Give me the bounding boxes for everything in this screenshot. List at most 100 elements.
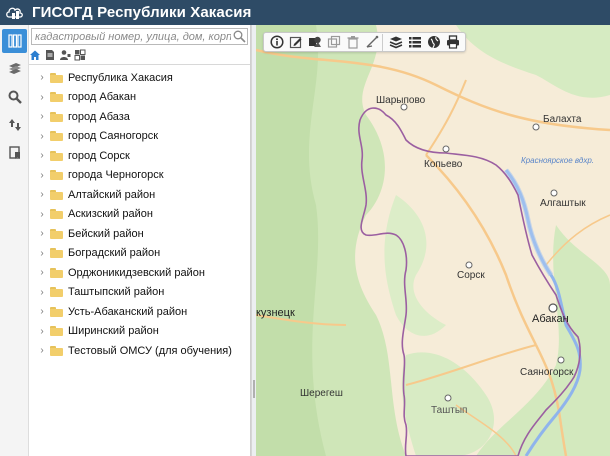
user-icon[interactable]	[59, 49, 71, 61]
tree-node-label[interactable]: Боградский район	[68, 247, 160, 259]
app-title: ГИСОГД Республики Хакасия	[32, 4, 252, 21]
basemaps-button[interactable]	[2, 57, 27, 81]
search-input[interactable]	[32, 29, 231, 44]
tree-node-label[interactable]: город Саяногорск	[68, 130, 158, 142]
tree-node[interactable]: › Усть-Абаканский район	[29, 302, 250, 322]
tree-node[interactable]: › Таштыпский район	[29, 283, 250, 303]
grid-icon[interactable]	[74, 49, 86, 61]
tree-node[interactable]: › город Абаза	[29, 107, 250, 127]
tree-node[interactable]: › Республика Хакасия	[29, 68, 250, 88]
chevron-right-icon[interactable]: ›	[36, 111, 48, 122]
tree-node-label[interactable]: Республика Хакасия	[68, 72, 173, 84]
measure-icon[interactable]	[363, 33, 383, 51]
home-icon[interactable]	[29, 49, 41, 61]
tree-node[interactable]: › Орджоникидзевский район	[29, 263, 250, 283]
tree-node[interactable]: › Аскизский район	[29, 205, 250, 225]
settlement-marker	[532, 123, 540, 131]
bookmarks-button[interactable]	[2, 141, 27, 165]
tree-node-label[interactable]: Таштыпский район	[68, 286, 164, 298]
folder-icon	[50, 267, 63, 278]
folder-icon	[50, 306, 63, 317]
tree-node-label[interactable]: Аскизский район	[68, 208, 153, 220]
settlement-marker	[465, 261, 473, 269]
divider	[29, 64, 250, 65]
layers-stack-icon	[8, 63, 21, 74]
routes-button[interactable]	[2, 113, 27, 137]
search-icon[interactable]	[231, 29, 247, 44]
chevron-right-icon[interactable]: ›	[36, 150, 48, 161]
list-icon[interactable]	[406, 34, 423, 51]
chevron-right-icon[interactable]: ›	[36, 131, 48, 142]
folder-icon	[50, 150, 63, 161]
tree-node[interactable]: › Тестовый ОМСУ (для обучения)	[29, 341, 250, 361]
edit-icon[interactable]	[287, 34, 304, 51]
tree-node-label[interactable]: город Абаза	[68, 111, 130, 123]
map-toolbar	[263, 32, 466, 52]
settlement-marker	[550, 189, 558, 197]
copy-icon[interactable]	[325, 34, 342, 51]
chevron-right-icon[interactable]: ›	[36, 228, 48, 239]
settlement-marker	[442, 145, 450, 153]
chevron-right-icon[interactable]: ›	[36, 345, 48, 356]
tree-node-label[interactable]: Тестовый ОМСУ (для обучения)	[68, 345, 232, 357]
chevron-right-icon[interactable]: ›	[36, 209, 48, 220]
tree-node-label[interactable]: Бейский район	[68, 228, 144, 240]
search-panel-button[interactable]	[2, 85, 27, 109]
folder-icon	[50, 72, 63, 83]
delete-icon[interactable]	[344, 34, 361, 51]
chevron-right-icon[interactable]: ›	[36, 306, 48, 317]
cloud-building-logo	[4, 4, 26, 22]
tree-node[interactable]: › города Черногорск	[29, 166, 250, 186]
objects-icon[interactable]	[306, 34, 323, 51]
chevron-right-icon[interactable]: ›	[36, 248, 48, 259]
map-label-sayanogorsk: Саяногорск	[520, 367, 574, 378]
chevron-right-icon[interactable]: ›	[36, 267, 48, 278]
map-label-balakhta: Балахта	[543, 114, 582, 125]
chevron-right-icon[interactable]: ›	[36, 92, 48, 103]
chevron-right-icon[interactable]: ›	[36, 170, 48, 181]
tree-node-label[interactable]: Ширинский район	[68, 325, 159, 337]
settlement-marker	[548, 303, 558, 313]
map-canvas[interactable]: Шарыпово Копьево Балахта Красноярское вд…	[256, 25, 610, 456]
tree-node-label[interactable]: город Абакан	[68, 91, 136, 103]
map-label-tashtyp: Таштып	[431, 405, 467, 416]
magnifier-icon	[8, 90, 22, 104]
forest-area	[384, 195, 446, 336]
chevron-right-icon[interactable]: ›	[36, 326, 48, 337]
tree-node-label[interactable]: города Черногорск	[68, 169, 164, 181]
tree-grid-icon	[7, 34, 22, 48]
tree-node[interactable]: › Боградский район	[29, 244, 250, 264]
tree-node-label[interactable]: Орджоникидзевский район	[68, 267, 205, 279]
drag-handle[interactable]	[253, 380, 255, 398]
folder-icon	[50, 92, 63, 103]
info-icon[interactable]	[268, 34, 285, 51]
tree-node[interactable]: › город Сорск	[29, 146, 250, 166]
tree-node[interactable]: › город Абакан	[29, 88, 250, 108]
chevron-right-icon[interactable]: ›	[36, 189, 48, 200]
chevron-right-icon[interactable]: ›	[36, 72, 48, 83]
map-label-algashtyk: Алгаштык	[540, 198, 586, 209]
tree-mode-switcher	[29, 47, 250, 63]
layers-tree-button[interactable]	[2, 29, 27, 53]
map-label-kuznetsk: кузнецк	[256, 307, 295, 319]
document-icon[interactable]	[44, 49, 56, 61]
layers-panel: › Республика Хакасия › город Абакан › город…	[29, 25, 251, 456]
tree-node[interactable]: › Ширинский район	[29, 322, 250, 342]
globe-icon[interactable]	[425, 34, 442, 51]
folder-icon	[50, 170, 63, 181]
tree-node-label[interactable]: Алтайский район	[68, 189, 155, 201]
map-label-kopyevo: Копьево	[424, 159, 463, 170]
folder-icon	[50, 248, 63, 259]
tree-node-label[interactable]: Усть-Абаканский район	[68, 306, 187, 318]
layers-icon[interactable]	[387, 34, 404, 51]
tree-node[interactable]: › Бейский район	[29, 224, 250, 244]
tree-node[interactable]: › Алтайский район	[29, 185, 250, 205]
chevron-right-icon[interactable]: ›	[36, 287, 48, 298]
folder-icon	[50, 228, 63, 239]
tree-node-label[interactable]: город Сорск	[68, 150, 130, 162]
left-rail	[0, 25, 29, 456]
print-icon[interactable]	[444, 34, 461, 51]
tree-node[interactable]: › город Саяногорск	[29, 127, 250, 147]
forest-area	[456, 25, 610, 98]
map-label-reservoir: Красноярское вдхр.	[521, 156, 594, 165]
